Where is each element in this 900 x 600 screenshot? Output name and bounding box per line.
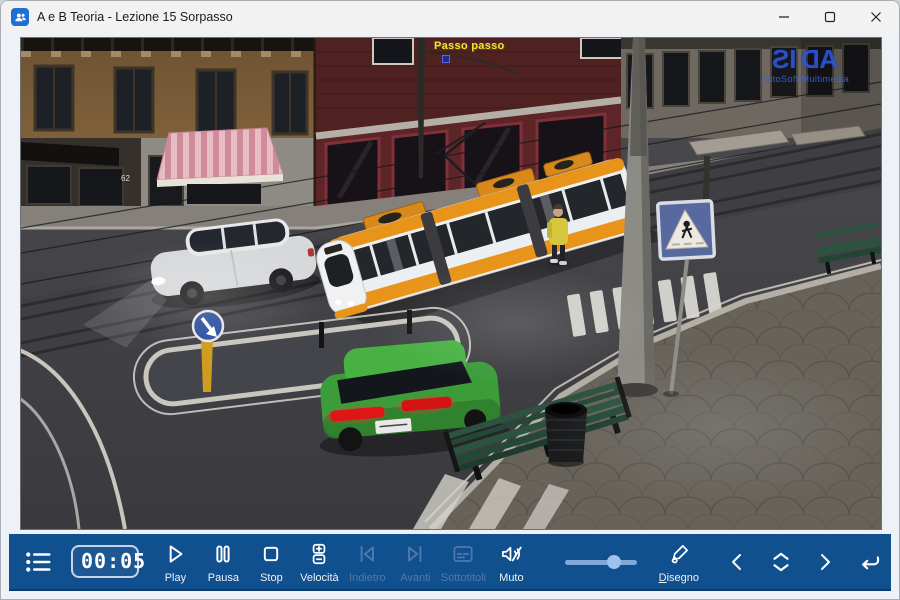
speed-icon [306, 539, 332, 569]
playlist-icon [23, 547, 53, 577]
titlebar: A e B Teoria - Lezione 15 Sorpasso [1, 1, 899, 33]
sida-logo-subtitle: AutoSoft Multimedia [745, 74, 865, 84]
next-button[interactable] [803, 540, 847, 584]
subtitles-button[interactable]: Sottotitoli [439, 537, 487, 587]
sida-logo-brand: SIDA [745, 46, 865, 72]
stop-button[interactable]: Stop [247, 537, 295, 587]
stop-icon [258, 539, 284, 569]
next-step-button[interactable]: Avanti [391, 537, 439, 587]
caption-marker [442, 55, 450, 63]
previous-step-button[interactable]: Indietro [343, 537, 391, 587]
speed-button[interactable]: Velocità [295, 537, 343, 587]
sida-logo: SIDA AutoSoft Multimedia [745, 46, 865, 84]
play-icon [162, 539, 188, 569]
skip-forward-icon [402, 539, 428, 569]
pause-icon [210, 539, 236, 569]
mute-button[interactable]: Muto [487, 537, 535, 587]
player-toolbar: 00:05 Play Pausa Stop [9, 534, 891, 591]
chevron-right-icon [813, 550, 837, 574]
lesson-scene: 62 [21, 38, 881, 529]
chevron-up-down-icon [768, 549, 794, 575]
slider-thumb[interactable] [607, 555, 621, 569]
mute-icon [498, 539, 524, 569]
shop-number: 62 [121, 174, 130, 183]
pink-awning [157, 128, 283, 180]
step-caption: Passo passo [434, 40, 505, 52]
play-button[interactable]: Play [151, 537, 199, 587]
subtitles-icon [450, 539, 476, 569]
pen-icon [666, 539, 692, 569]
chevron-left-icon [725, 550, 749, 574]
playlist-button[interactable] [23, 545, 53, 579]
draw-button[interactable]: Disegno [659, 537, 699, 587]
volume-slider[interactable] [565, 552, 636, 572]
cycle-button[interactable] [759, 540, 803, 584]
window-title: A e B Teoria - Lezione 15 Sorpasso [37, 10, 233, 24]
slider-track[interactable] [565, 560, 636, 565]
close-button[interactable] [853, 1, 899, 33]
previous-button[interactable] [715, 540, 759, 584]
minimize-button[interactable] [761, 1, 807, 33]
app-window: A e B Teoria - Lezione 15 Sorpasso [0, 0, 900, 600]
app-icon [11, 8, 29, 26]
video-frame: 62 [21, 38, 881, 529]
return-arrow-icon [855, 548, 883, 576]
maximize-button[interactable] [807, 1, 853, 33]
return-button[interactable] [847, 540, 891, 584]
skip-back-icon [354, 539, 380, 569]
timer-display: 00:05 [71, 545, 139, 578]
pause-button[interactable]: Pausa [199, 537, 247, 587]
